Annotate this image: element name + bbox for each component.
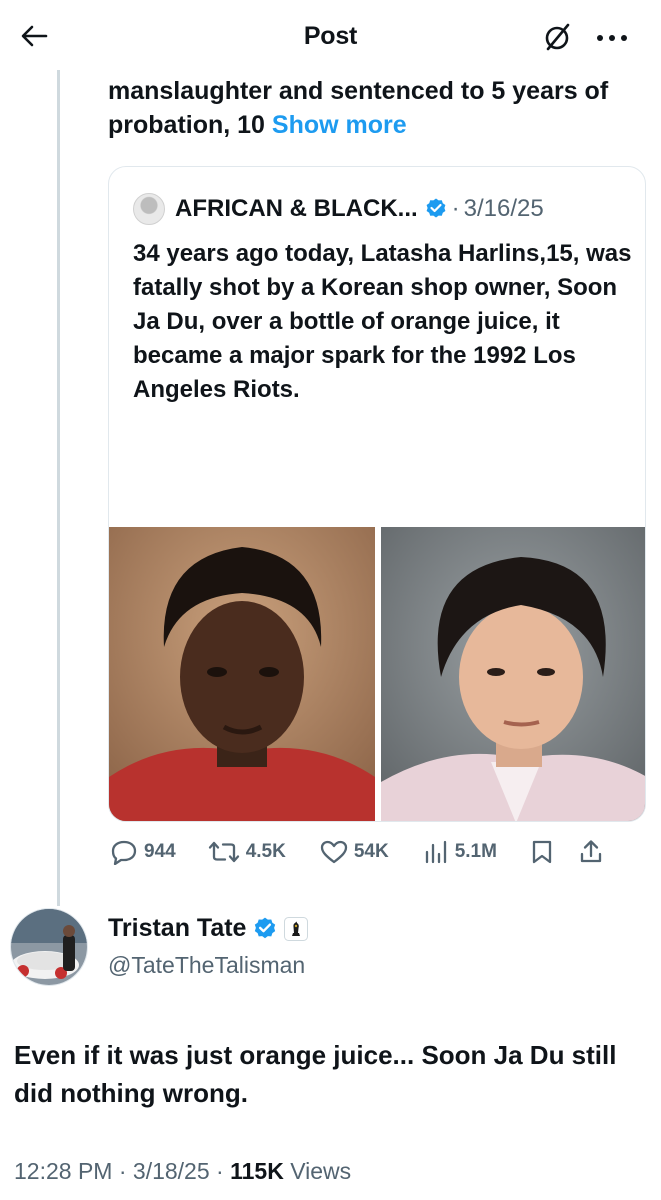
show-more-link[interactable]: Show more xyxy=(272,111,407,139)
grok-button[interactable] xyxy=(540,22,574,56)
thread-connector-line xyxy=(57,56,60,906)
meta-separator: · xyxy=(118,1158,127,1184)
more-horizontal-icon xyxy=(595,30,629,48)
like-count: 54K xyxy=(353,841,389,862)
quoted-post-body: 34 years ago today, Latasha Harlins,15, … xyxy=(133,240,632,403)
bookmark-button[interactable] xyxy=(531,839,553,865)
post-date[interactable]: 3/18/25 xyxy=(133,1158,210,1184)
quoted-separator: · xyxy=(451,195,460,222)
portrait-photo-right[interactable] xyxy=(381,527,645,821)
view-count: 5.1M xyxy=(454,841,497,862)
post-views-count: 115K xyxy=(230,1158,284,1184)
post-views-label: Views xyxy=(290,1158,352,1184)
verified-badge-icon xyxy=(252,916,278,942)
quoted-post-header: AFRICAN & BLACK... · 3/16/25 xyxy=(133,189,544,229)
author-name-row: Tristan Tate xyxy=(108,914,309,943)
share-icon xyxy=(579,839,603,865)
reply-icon xyxy=(110,839,138,865)
repost-button[interactable]: 4.5K xyxy=(208,839,286,865)
post-meta: 12:28 PM · 3/18/25 · 115K Views xyxy=(14,1158,351,1185)
like-button[interactable]: 54K xyxy=(320,839,389,865)
affiliate-badge-icon[interactable] xyxy=(284,916,309,941)
analytics-icon xyxy=(423,839,449,865)
post-body: Even if it was just orange juice... Soon… xyxy=(14,1040,617,1108)
engagement-bar: 944 4.5K 54K 5.1M xyxy=(108,832,648,872)
reply-button[interactable]: 944 xyxy=(110,839,176,865)
reply-count: 944 xyxy=(144,841,176,862)
post-time[interactable]: 12:28 PM xyxy=(14,1158,112,1184)
bookmark-icon xyxy=(531,839,553,865)
author-handle[interactable]: @TateTheTalisman xyxy=(108,952,305,979)
parent-post-text: Soon was convicted of voluntary manslaug… xyxy=(108,60,628,142)
meta-separator: · xyxy=(216,1158,224,1184)
grok-icon xyxy=(541,21,573,58)
quoted-post-date: 3/16/25 xyxy=(463,195,544,222)
verified-badge-icon xyxy=(424,197,448,221)
portrait-photo-left[interactable] xyxy=(109,527,375,821)
repost-icon xyxy=(208,839,240,865)
repost-count: 4.5K xyxy=(245,841,286,862)
more-options-button[interactable] xyxy=(592,22,632,56)
quoted-author-name[interactable]: AFRICAN & BLACK... xyxy=(175,195,418,223)
top-bar: Post xyxy=(0,0,661,70)
quoted-post-card[interactable]: AFRICAN & BLACK... · 3/16/25 34 years ag… xyxy=(108,166,646,822)
post-page: Post Soon was convicted of voluntary man… xyxy=(0,0,661,1200)
author-name[interactable]: Tristan Tate xyxy=(108,914,246,943)
author-avatar[interactable] xyxy=(10,908,88,986)
views-button[interactable]: 5.1M xyxy=(423,839,497,865)
quoted-author-avatar[interactable] xyxy=(133,193,165,225)
share-button[interactable] xyxy=(579,839,603,865)
heart-icon xyxy=(320,839,348,865)
quoted-post-media xyxy=(109,527,645,821)
